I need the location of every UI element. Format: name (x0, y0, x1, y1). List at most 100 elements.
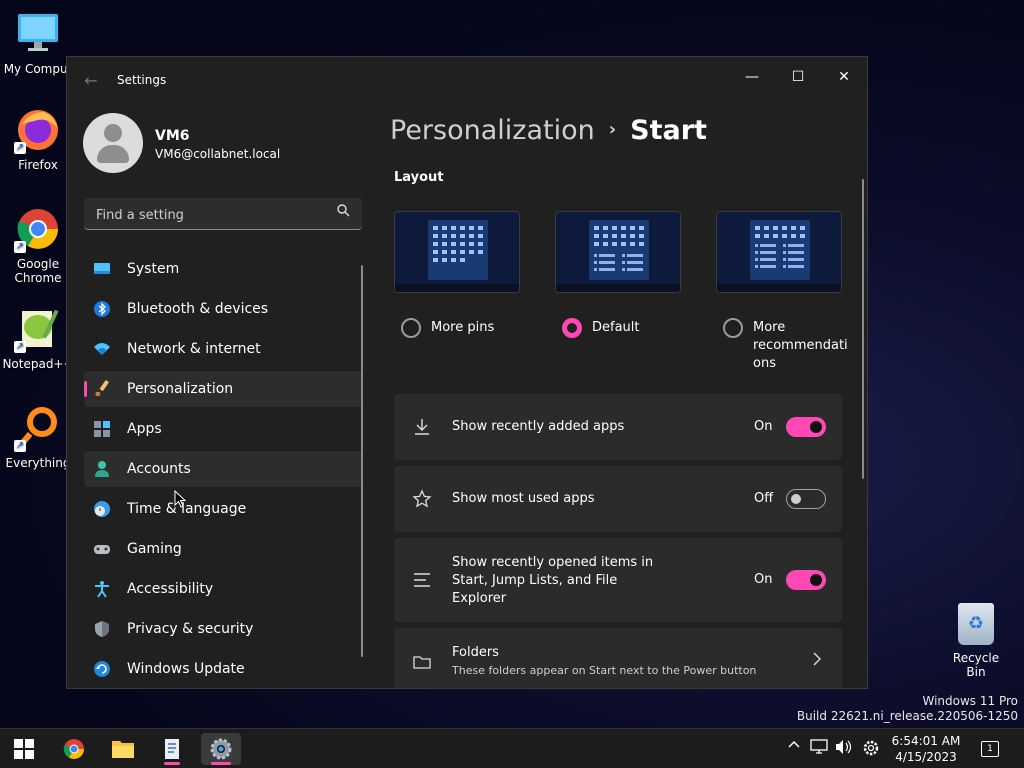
search-input[interactable] (94, 204, 328, 226)
desktop-icon-notepadpp[interactable]: ↗ Notepad++ (0, 305, 76, 371)
volume-icon[interactable] (835, 739, 853, 759)
content-scrollbar[interactable] (862, 179, 864, 479)
star-icon (412, 489, 432, 509)
title-bar[interactable]: ← Settings — ☐ ✕ (67, 57, 867, 105)
sidebar-item-bluetooth[interactable]: Bluetooth & devices (84, 291, 362, 327)
sidebar-item-label: Network & internet (127, 341, 261, 357)
watermark-build: Build 22621.ni_release.220506-1250 (796, 709, 1018, 723)
setting-label: Show recently opened items in Start, Jum… (452, 555, 654, 606)
taskbar-settings[interactable] (201, 733, 241, 765)
recycle-bin-icon (958, 603, 994, 645)
start-button[interactable] (4, 733, 44, 765)
radio-button-selected[interactable] (562, 318, 582, 338)
sidebar-item-windows-update[interactable]: Windows Update (84, 651, 362, 687)
system-clock[interactable]: 6:54:01 AM 4/15/2023 (888, 733, 964, 765)
windows-watermark: Windows 11 Pro Build 22621.ni_release.22… (797, 694, 1018, 724)
chrome-icon: ↗ (14, 205, 62, 253)
search-icon[interactable] (337, 204, 350, 221)
sidebar-item-privacy[interactable]: Privacy & security (84, 611, 362, 647)
most-used-apps-toggle[interactable] (786, 489, 826, 509)
notepad-icon (165, 739, 179, 759)
page-title: Start (630, 115, 707, 146)
sidebar-item-label: Privacy & security (127, 621, 254, 637)
toggle-state-label: Off (754, 491, 774, 506)
sidebar-item-label: Time & language (127, 501, 247, 517)
desktop-icon-label: Firefox (18, 158, 58, 172)
setting-row-folders[interactable]: Folders These folders appear on Start ne… (394, 628, 842, 688)
sidebar-item-apps[interactable]: Apps (84, 411, 362, 447)
sidebar-item-personalization[interactable]: Personalization (84, 371, 362, 407)
taskbar-file-explorer[interactable] (103, 733, 143, 765)
desktop-icon-everything[interactable]: ↗ Everything (0, 404, 76, 470)
clock-time: 6:54:01 AM (891, 734, 961, 748)
wifi-icon (93, 340, 111, 358)
download-icon (412, 417, 432, 437)
setting-row-recently-opened-items: Show recently opened items in Start, Jum… (394, 538, 842, 622)
minimize-button[interactable]: — (729, 61, 775, 93)
radio-button[interactable] (723, 318, 743, 338)
monitor-icon (14, 10, 62, 58)
search-box[interactable] (84, 198, 362, 230)
desktop-icon-recycle-bin[interactable]: Recycle Bin (943, 603, 1009, 679)
radio-button[interactable] (401, 318, 421, 338)
layout-preview-more-pins[interactable] (394, 211, 520, 293)
watermark-edition: Windows 11 Pro (922, 694, 1018, 708)
radio-label: More pins (431, 320, 495, 335)
profile-name: VM6 (155, 128, 190, 144)
sidebar-item-label: Bluetooth & devices (127, 301, 269, 317)
active-indicator (211, 762, 231, 765)
recently-opened-items-toggle[interactable] (786, 570, 826, 590)
sidebar-nav: System Bluetooth & devices Network & int… (84, 251, 362, 688)
toggle-state-label: On (754, 572, 773, 587)
selection-indicator (84, 381, 87, 397)
sidebar-item-network[interactable]: Network & internet (84, 331, 362, 367)
sidebar-item-accessibility[interactable]: Accessibility (84, 571, 362, 607)
sidebar-item-label: System (127, 261, 180, 277)
sidebar-item-label: Accounts (127, 461, 191, 477)
sidebar-item-system[interactable]: System (84, 251, 362, 287)
desktop-icon-label: Recycle Bin (952, 651, 1000, 679)
desktop-icon-firefox[interactable]: ↗ Firefox (0, 106, 76, 172)
setting-label: Folders (452, 645, 499, 660)
layout-preview-more-recommendations[interactable] (716, 211, 842, 293)
shortcut-arrow-icon: ↗ (14, 241, 26, 253)
notepadpp-icon: ↗ (14, 305, 62, 353)
default-grid-graphic (594, 226, 644, 271)
sidebar-item-accounts[interactable]: Accounts (84, 451, 362, 487)
avatar (83, 113, 143, 173)
radio-label: More recommendati ons (753, 320, 848, 371)
close-button[interactable]: ✕ (821, 61, 867, 93)
setting-label: Show most used apps (452, 491, 595, 506)
desktop-icon-label: Notepad++ (2, 357, 74, 371)
sidebar-item-time-language[interactable]: Time & language (84, 491, 362, 527)
running-indicator (164, 762, 180, 765)
shortcut-arrow-icon: ↗ (14, 440, 26, 452)
accessibility-icon (93, 580, 111, 598)
desktop-icon-chrome[interactable]: ↗ Google Chrome (0, 205, 76, 285)
network-icon[interactable] (810, 739, 828, 759)
layout-preview-default[interactable] (555, 211, 681, 293)
monitor-icon (93, 260, 111, 278)
maximize-button[interactable]: ☐ (775, 61, 821, 93)
taskbar-notepad[interactable] (152, 733, 192, 765)
shield-icon (93, 620, 111, 638)
breadcrumb-parent[interactable]: Personalization (390, 115, 595, 146)
sidebar-item-gaming[interactable]: Gaming (84, 531, 362, 567)
folder-icon (112, 741, 134, 758)
desktop-icon-label: Everything (5, 456, 71, 470)
gear-icon[interactable] (862, 739, 880, 761)
sidebar-scrollbar[interactable] (361, 265, 363, 657)
apps-icon (93, 420, 111, 438)
recently-added-apps-toggle[interactable] (786, 417, 826, 437)
list-icon (412, 570, 432, 590)
notification-center-button[interactable]: 1 (981, 741, 999, 757)
setting-row-recently-added-apps: Show recently added apps On (394, 394, 842, 460)
taskbar-chrome[interactable] (54, 733, 94, 765)
pins-grid-graphic (433, 226, 483, 262)
chevron-up-icon[interactable] (788, 739, 800, 755)
breadcrumb: Personalization › Start (390, 115, 707, 146)
windows-logo-icon (14, 739, 34, 759)
section-label-layout: Layout (394, 170, 444, 185)
back-button[interactable]: ← (81, 71, 101, 91)
desktop-icon-my-computer[interactable]: My Comput (0, 10, 76, 76)
